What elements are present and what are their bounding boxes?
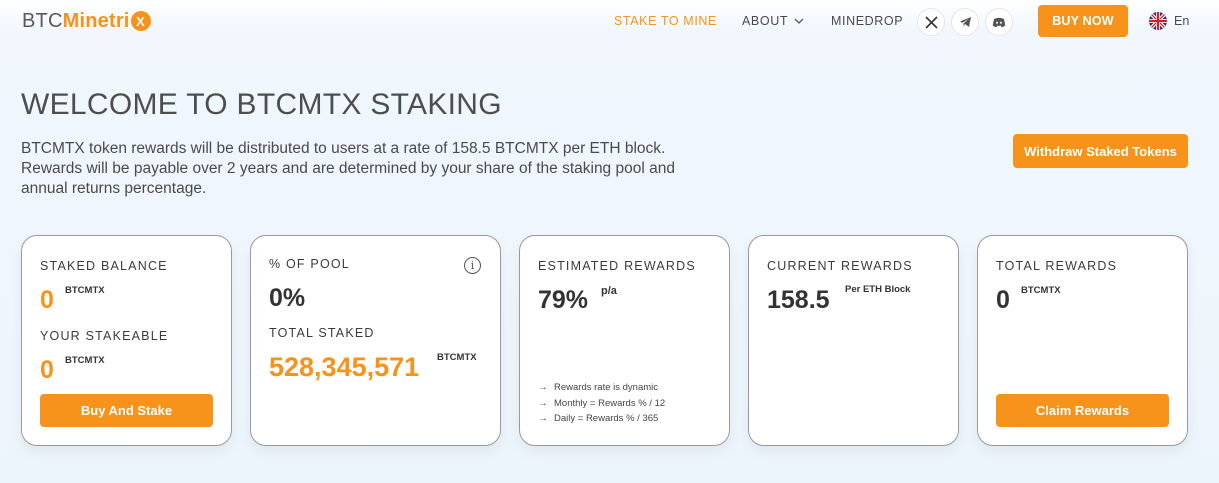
intro-text: BTCMTX token rewards will be distributed… [21, 140, 675, 197]
pool-card: % OF POOL i 0% TOTAL STAKED 528,345,571 … [250, 235, 501, 446]
staked-balance-value: 0 [40, 286, 54, 314]
note-text: Monthly = Rewards % / 12 [554, 397, 666, 409]
buy-and-stake-button[interactable]: Buy And Stake [40, 394, 213, 427]
staked-balance-label: STAKED BALANCE [40, 259, 168, 273]
top-nav: BTC Minetri X STAKE TO MINE ABOUT MINEDROP… [0, 0, 1219, 42]
rewards-notes: → Rewards rate is dynamic → Monthly = Rewa… [538, 380, 665, 427]
nav-stake-to-mine[interactable]: STAKE TO MINE [614, 14, 717, 28]
withdraw-staked-tokens-button[interactable]: Withdraw Staked Tokens [1013, 134, 1188, 168]
logo-btc: BTC [22, 9, 63, 32]
list-item: → Rewards rate is dynamic [538, 380, 665, 396]
logo-x-badge: X [130, 11, 151, 31]
estimated-rewards-card: ESTIMATED REWARDS 79% p/a → Rewards rate … [519, 235, 730, 446]
pool-percent-value: 0% [269, 284, 306, 312]
list-item: → Daily = Rewards % / 365 [538, 411, 665, 427]
pool-percent-label: % OF POOL [269, 257, 350, 271]
discord-icon [992, 17, 1006, 27]
total-staked-value: 528,345,571 [269, 352, 420, 382]
estimated-rewards-unit: p/a [601, 285, 617, 297]
nav-about[interactable]: ABOUT [742, 14, 804, 28]
staked-balance-card: STAKED BALANCE 0 BTCMTX YOUR STAKEABLE 0… [21, 235, 232, 446]
x-social-button[interactable] [917, 8, 945, 36]
language-selector[interactable]: En [1149, 12, 1189, 30]
telegram-social-button[interactable] [951, 8, 979, 36]
total-staked-label: TOTAL STAKED [269, 326, 375, 340]
current-rewards-label: CURRENT REWARDS [767, 259, 913, 273]
your-stakeable-unit: BTCMTX [65, 355, 105, 366]
your-stakeable-label: YOUR STAKEABLE [40, 329, 169, 343]
x-icon [924, 15, 938, 29]
total-rewards-unit: BTCMTX [1021, 285, 1061, 296]
telegram-icon [959, 17, 971, 27]
current-rewards-card: CURRENT REWARDS 158.5 Per ETH Block [748, 235, 959, 446]
logo[interactable]: BTC Minetri X [22, 9, 151, 33]
total-rewards-value: 0 [996, 286, 1010, 314]
total-rewards-label: TOTAL REWARDS [996, 259, 1118, 273]
estimated-rewards-label: ESTIMATED REWARDS [538, 259, 696, 273]
buy-now-button[interactable]: BUY NOW [1038, 5, 1128, 37]
page-title: WELCOME TO BTCMTX STAKING [21, 88, 502, 121]
current-rewards-value: 158.5 [767, 286, 830, 314]
nav-about-label: ABOUT [742, 14, 789, 28]
total-rewards-card: TOTAL REWARDS 0 BTCMTX Claim Rewards [977, 235, 1188, 446]
arrow-right-icon: → [538, 413, 548, 425]
language-label: En [1174, 14, 1190, 28]
logo-minetri: Minetri [62, 9, 130, 32]
staked-balance-unit: BTCMTX [65, 285, 105, 296]
list-item: → Monthly = Rewards % / 12 [538, 396, 665, 412]
chevron-down-icon [794, 18, 804, 24]
arrow-right-icon: → [538, 382, 548, 394]
estimated-rewards-value: 79% [538, 286, 589, 314]
your-stakeable-value: 0 [40, 356, 54, 384]
total-staked-unit: BTCMTX [437, 352, 477, 363]
arrow-right-icon: → [538, 397, 548, 409]
note-text: Daily = Rewards % / 365 [554, 413, 659, 425]
discord-social-button[interactable] [985, 8, 1013, 36]
nav-minedrop[interactable]: MINEDROP [831, 14, 903, 28]
note-text: Rewards rate is dynamic [554, 382, 659, 394]
uk-flag-icon [1149, 12, 1167, 30]
current-rewards-unit: Per ETH Block [845, 284, 911, 295]
info-icon[interactable]: i [464, 257, 481, 274]
claim-rewards-button[interactable]: Claim Rewards [996, 394, 1169, 427]
